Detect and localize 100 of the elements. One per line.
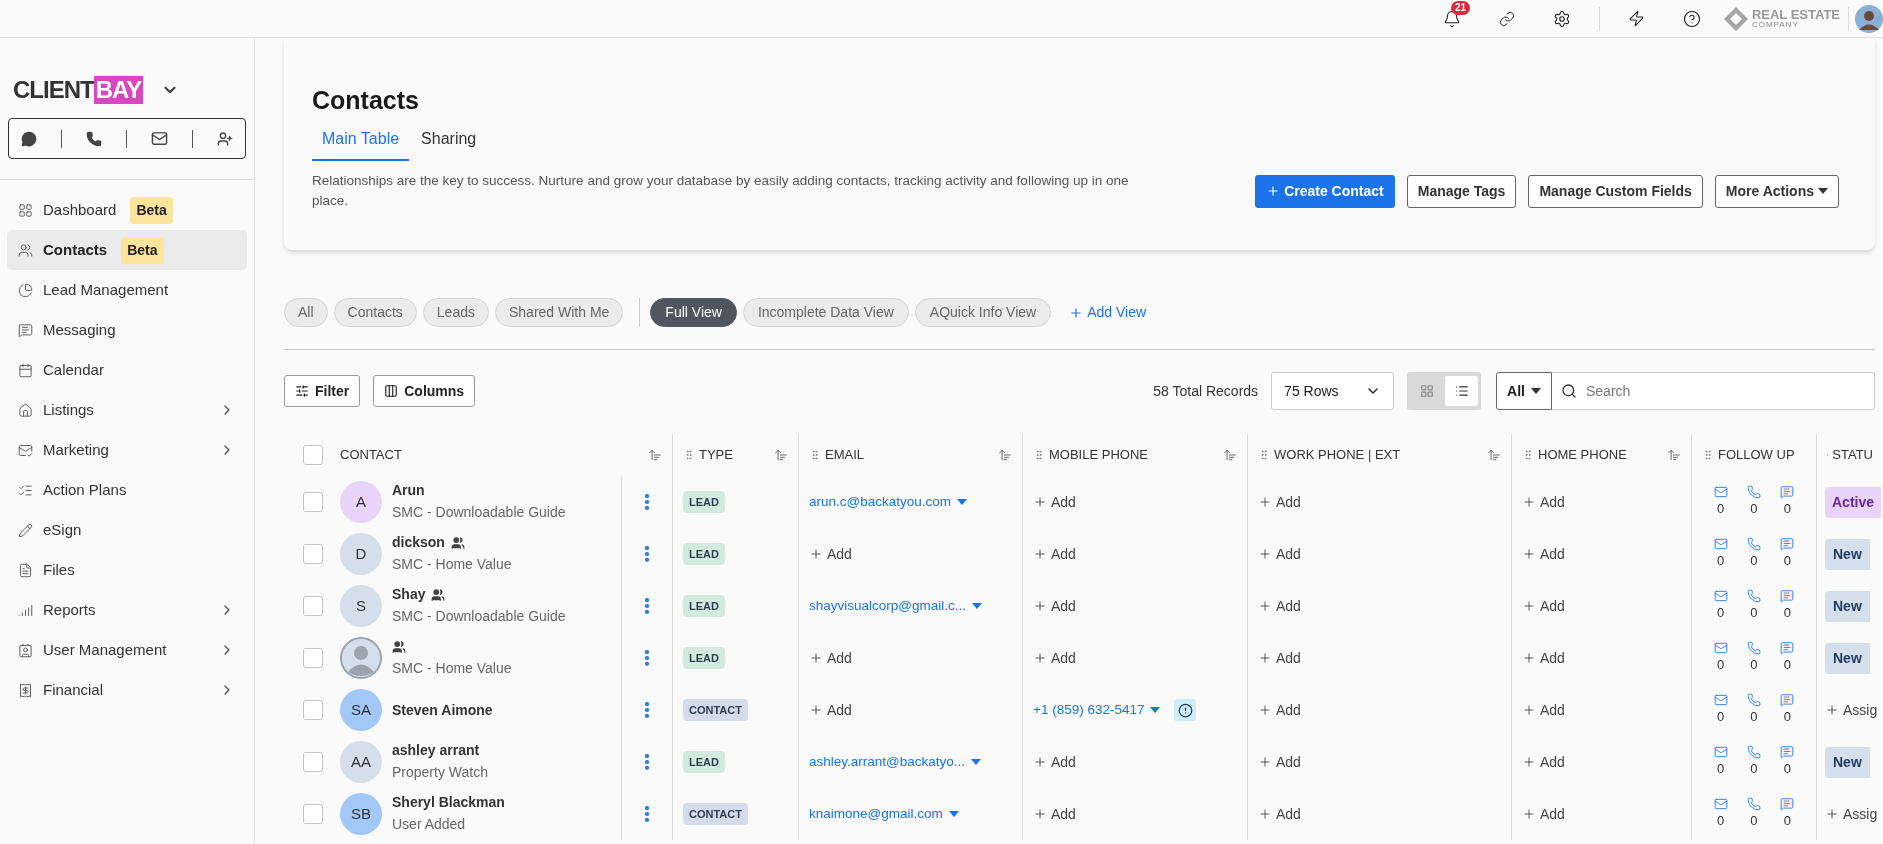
filter-chip[interactable]: Leads [422, 298, 489, 327]
add-button[interactable]: Add [1258, 647, 1301, 669]
user-avatar-icon[interactable] [1855, 4, 1883, 33]
add-button[interactable]: Add [1033, 595, 1076, 617]
sort-icon[interactable] [774, 448, 788, 462]
sort-icon[interactable] [1487, 448, 1501, 462]
add-view-link[interactable]: Add View [1069, 302, 1147, 323]
sidebar-item[interactable]: Messaging [7, 310, 247, 350]
link-icon[interactable] [1498, 10, 1515, 27]
scope-dropdown[interactable]: All [1496, 372, 1552, 410]
brand-logo[interactable]: CLIENTBAY [13, 76, 144, 104]
contact-name[interactable]: Arun [392, 480, 425, 501]
add-button[interactable]: Add [809, 647, 852, 669]
checkbox[interactable] [303, 648, 323, 668]
sidebar-item[interactable]: Financial [7, 670, 247, 710]
filter-chip[interactable]: Shared With Me [494, 298, 624, 327]
status-dropdown[interactable]: New [1825, 746, 1870, 778]
sidebar-item[interactable]: Dashboard Beta [7, 190, 247, 230]
add-button[interactable]: Add [1258, 543, 1301, 565]
sidebar-item[interactable]: Calendar [7, 350, 247, 390]
checkbox[interactable] [303, 596, 323, 616]
rows-dropdown[interactable]: 75 Rows [1271, 372, 1395, 410]
column-header[interactable]: FOLLOW UP [1692, 434, 1817, 476]
message-icon[interactable] [1780, 641, 1795, 656]
view-chip[interactable]: Full View [650, 298, 737, 327]
contact-name[interactable]: Steven Aimone [392, 699, 493, 721]
checkbox[interactable] [303, 492, 323, 512]
add-button[interactable]: Add [809, 543, 852, 565]
column-header[interactable]: TYPE [673, 434, 799, 476]
chat-icon[interactable] [21, 130, 37, 147]
add-button[interactable]: Add [809, 699, 852, 721]
add-button[interactable]: Assig [1825, 699, 1878, 721]
contact-name[interactable]: Sheryl Blackman [392, 792, 505, 813]
add-button[interactable]: Add [1033, 543, 1076, 565]
status-dropdown[interactable]: New [1825, 642, 1870, 674]
sidebar-item[interactable]: Action Plans [7, 470, 247, 510]
sort-icon[interactable] [1223, 448, 1237, 462]
value-link[interactable]: shayvisualcorp@gmail.c... [809, 595, 982, 617]
checkbox[interactable] [303, 700, 323, 720]
action-button[interactable]: More Actions [1714, 174, 1839, 208]
column-header[interactable]: EMAIL [799, 434, 1023, 476]
columns-button[interactable]: Columns [373, 375, 476, 407]
add-button[interactable]: Add [1033, 751, 1076, 773]
add-button[interactable]: Add [1522, 699, 1565, 721]
add-button[interactable]: Add [1522, 647, 1565, 669]
value-link[interactable]: arun.c@backatyou.com [809, 491, 968, 513]
add-button[interactable]: Add [1522, 543, 1565, 565]
filter-chip[interactable]: Contacts [333, 298, 417, 327]
filter-chip[interactable]: All [284, 298, 328, 327]
checkbox[interactable] [303, 804, 323, 824]
sidebar-item[interactable]: Contacts Beta [7, 230, 247, 270]
sidebar-item[interactable]: User Management [7, 630, 247, 670]
value-link[interactable]: +1 (859) 632-5417 [1033, 699, 1161, 721]
list-view-button[interactable] [1445, 376, 1479, 406]
view-chip[interactable]: AQuick Info View [914, 298, 1052, 327]
status-dropdown[interactable]: New [1825, 538, 1870, 570]
add-button[interactable]: Add [1522, 491, 1565, 513]
add-button[interactable]: Add [1033, 491, 1076, 513]
message-icon[interactable] [1780, 537, 1795, 552]
sort-icon[interactable] [1667, 448, 1681, 462]
column-header[interactable]: WORK PHONE | EXT [1248, 434, 1512, 476]
tab[interactable]: Sharing [411, 127, 487, 161]
value-link[interactable]: ashley.arrant@backatyo... [809, 751, 982, 773]
lightning-icon[interactable] [1627, 10, 1645, 27]
add-button[interactable]: Add [1258, 595, 1301, 617]
message-icon[interactable] [1780, 745, 1795, 760]
add-button[interactable]: Assig [1825, 803, 1878, 825]
help-icon[interactable] [1682, 9, 1701, 28]
view-chip[interactable]: Incomplete Data View [742, 298, 909, 327]
add-button[interactable]: Add [1033, 647, 1076, 669]
action-button[interactable]: Manage Custom Fields [1528, 174, 1703, 208]
contact-name[interactable]: Shay [392, 584, 426, 605]
search-field[interactable]: Search [1552, 372, 1875, 410]
filter-button[interactable]: Filter [284, 375, 361, 407]
add-button[interactable]: Add [1258, 751, 1301, 773]
tab[interactable]: Main Table [312, 127, 410, 161]
checkbox[interactable] [303, 752, 323, 772]
sort-icon[interactable] [998, 448, 1012, 462]
sidebar-item[interactable]: Marketing [7, 430, 247, 470]
phone-icon[interactable] [86, 130, 102, 147]
sidebar-item[interactable]: eSign [7, 510, 247, 550]
message-icon[interactable] [1780, 693, 1795, 708]
status-tag[interactable]: Active [1825, 486, 1882, 518]
sort-icon[interactable] [648, 448, 662, 462]
contact-name[interactable]: dickson [392, 532, 445, 553]
add-button[interactable]: Add [1033, 803, 1076, 825]
checkbox[interactable] [303, 445, 323, 465]
action-button[interactable]: Create Contact [1255, 174, 1395, 208]
contact-name[interactable]: ashley arrant [392, 740, 480, 761]
add-user-icon[interactable] [217, 130, 233, 147]
notification-bell-icon[interactable] [1442, 9, 1461, 28]
add-button[interactable]: Add [1522, 751, 1565, 773]
sidebar-item[interactable]: Reports [7, 590, 247, 630]
sidebar-item[interactable]: Listings [7, 390, 247, 430]
message-icon[interactable] [1780, 589, 1795, 604]
sidebar-item[interactable]: Lead Management [7, 270, 247, 310]
message-icon[interactable] [1780, 485, 1795, 500]
value-link[interactable]: knaimone@gmail.com [809, 803, 959, 825]
add-button[interactable]: Add [1522, 803, 1565, 825]
add-button[interactable]: Add [1258, 491, 1301, 513]
